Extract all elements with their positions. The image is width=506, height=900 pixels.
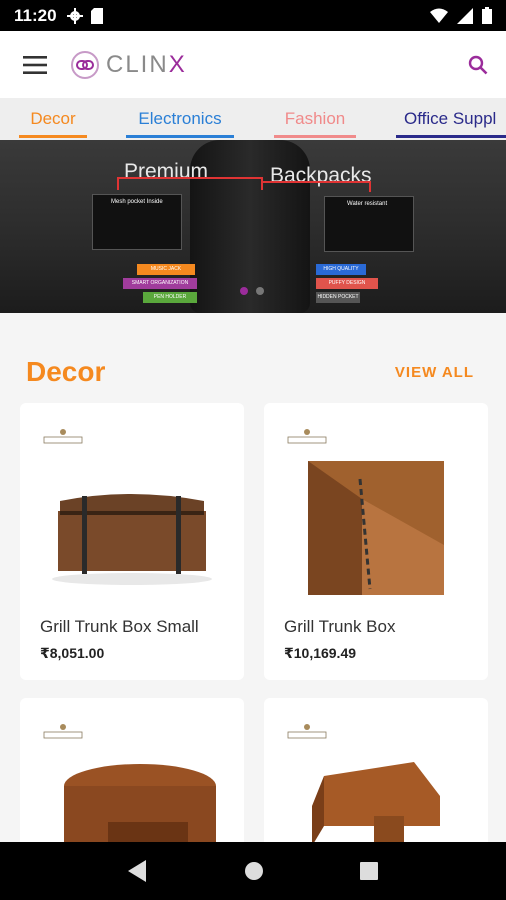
carousel-dots (240, 287, 264, 295)
product-price: ₹8,051.00 (40, 645, 105, 661)
search-icon (468, 55, 488, 74)
category-tabs: Decor Electronics Fashion Office Suppl (0, 98, 506, 140)
banner-chip: HIDDEN POCKET (316, 292, 360, 303)
app-bar: CLINX (0, 31, 506, 98)
banner-chip: PUFFY DESIGN (316, 278, 378, 289)
product-card[interactable] (20, 698, 244, 848)
product-image (64, 764, 216, 848)
link-logo-icon (71, 50, 99, 79)
search-button[interactable] (450, 31, 506, 98)
product-price: ₹10,169.49 (284, 645, 357, 661)
banner-thumb-right: Water resistant (324, 196, 414, 252)
view-all-link[interactable]: VIEW ALL (395, 364, 474, 381)
status-time: 11:20 (14, 5, 57, 25)
banner-chip: MUSIC JACK (137, 264, 195, 275)
carousel-dot[interactable] (256, 287, 264, 295)
app-logo: CLINX (70, 50, 187, 80)
carousel-dot-active[interactable] (240, 287, 248, 295)
home-icon[interactable] (244, 861, 264, 881)
logo-text: CLINX (106, 50, 187, 78)
brand-logo-icon (43, 724, 83, 739)
hamburger-menu-icon (23, 55, 47, 74)
product-name: Grill Trunk Box (284, 617, 396, 636)
banner-chip: PEN HOLDER (143, 292, 197, 303)
banner-thumb-left: Mesh pocket Inside (92, 194, 182, 250)
tab-fashion[interactable]: Fashion (254, 98, 376, 140)
product-card[interactable]: Grill Trunk Box ₹10,169.49 (264, 403, 488, 680)
back-icon[interactable] (128, 860, 148, 882)
menu-button[interactable] (0, 31, 70, 98)
settings-gear-icon (66, 7, 83, 24)
tab-decor[interactable]: Decor (0, 98, 106, 140)
system-nav-bar (0, 842, 506, 900)
product-image (52, 494, 212, 585)
recents-icon[interactable] (360, 862, 378, 880)
battery-icon (482, 7, 492, 24)
sd-card-icon (90, 7, 103, 24)
status-bar: 11:20 (0, 0, 506, 31)
promo-banner[interactable]: Premium Backpacks Mesh pocket Inside Wat… (0, 140, 506, 313)
wifi-icon (430, 8, 448, 23)
tab-electronics[interactable]: Electronics (106, 98, 254, 140)
banner-chip: SMART ORGANIZATION (123, 278, 197, 289)
brand-logo-icon (287, 724, 327, 739)
cell-signal-icon (457, 7, 473, 24)
product-name: Grill Trunk Box Small (40, 617, 199, 636)
brand-logo-icon (287, 429, 327, 444)
decor-section-header: Decor VIEW ALL (0, 352, 506, 392)
product-card[interactable] (264, 698, 488, 848)
product-card[interactable]: Grill Trunk Box Small ₹8,051.00 (20, 403, 244, 680)
brand-logo-icon (43, 429, 83, 444)
tab-office-supplies[interactable]: Office Suppl (376, 98, 506, 140)
product-image (312, 762, 440, 848)
product-image (308, 461, 444, 595)
banner-chip: HIGH QUALITY (316, 264, 366, 275)
section-title: Decor (26, 356, 106, 387)
